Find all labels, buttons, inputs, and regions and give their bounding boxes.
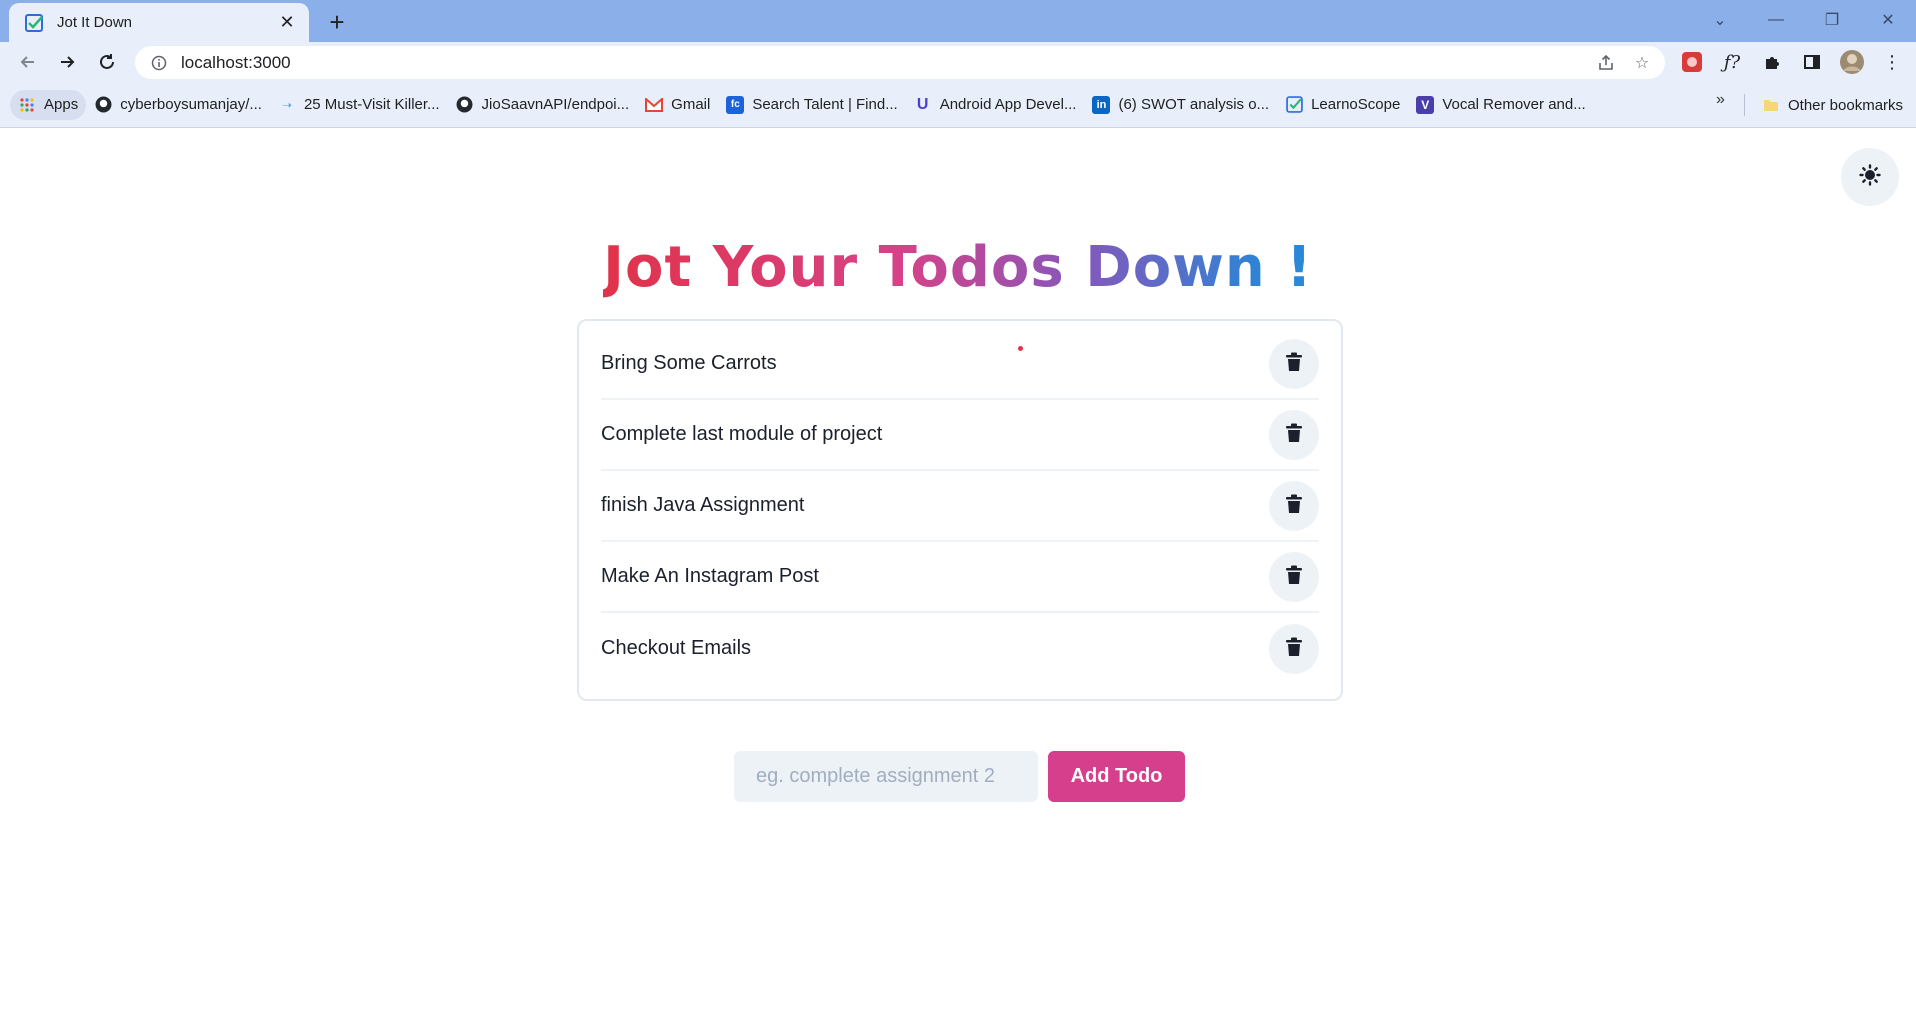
tab-title: Jot It Down bbox=[57, 14, 133, 31]
todo-item: Checkout Emails bbox=[601, 613, 1319, 684]
todo-list: Bring Some Carrots Complete last module … bbox=[577, 319, 1343, 701]
side-panel-icon[interactable] bbox=[1796, 46, 1828, 78]
bookmark-star-icon[interactable]: ☆ bbox=[1629, 50, 1655, 76]
trash-icon bbox=[1285, 423, 1303, 446]
restore-icon[interactable]: ❐ bbox=[1804, 0, 1860, 40]
bookmark-label: Vocal Remover and... bbox=[1442, 96, 1586, 113]
bookmark-label: (6) SWOT analysis o... bbox=[1118, 96, 1270, 113]
todo-input[interactable] bbox=[734, 751, 1038, 802]
todo-text: Complete last module of project bbox=[601, 423, 883, 445]
reload-icon[interactable] bbox=[91, 46, 123, 78]
tab-search-icon[interactable]: ⌄ bbox=[1692, 0, 1748, 40]
trash-icon bbox=[1285, 565, 1303, 588]
todo-text: Checkout Emails bbox=[601, 637, 752, 659]
bookmark-label: Apps bbox=[44, 96, 79, 113]
bookmark-item[interactable]: in (6) SWOT analysis o... bbox=[1084, 90, 1277, 120]
bookmark-item[interactable]: U Android App Devel... bbox=[906, 90, 1085, 120]
arrow-icon: ➝ bbox=[281, 97, 292, 112]
formula-extension-icon[interactable]: ƒ? bbox=[1716, 46, 1748, 78]
add-todo-button[interactable]: Add Todo bbox=[1048, 751, 1185, 802]
checkbox-favicon-icon bbox=[23, 12, 45, 34]
apps-grid-icon bbox=[18, 96, 36, 114]
v-icon: V bbox=[1416, 95, 1435, 114]
new-tab-button[interactable]: + bbox=[322, 8, 352, 38]
trash-icon bbox=[1285, 637, 1303, 660]
browser-tab[interactable]: Jot It Down ✕ bbox=[9, 3, 309, 42]
forward-icon[interactable] bbox=[51, 46, 83, 78]
bookmark-label: LearnoScope bbox=[1311, 96, 1401, 113]
todo-text: finish Java Assignment bbox=[601, 494, 805, 516]
todo-item: Complete last module of project bbox=[601, 400, 1319, 471]
bookmarks-bar: Apps cyberboysumanjay/... ➝ 25 Must-Visi… bbox=[0, 82, 1916, 128]
puzzle-extensions-icon[interactable] bbox=[1756, 46, 1788, 78]
fc-icon: fc bbox=[726, 95, 745, 114]
bookmark-item[interactable]: ➝ 25 Must-Visit Killer... bbox=[270, 90, 448, 120]
todo-text: Make An Instagram Post bbox=[601, 565, 819, 587]
headline-exclamation: ! bbox=[1286, 235, 1313, 300]
bookmark-label: JioSaavnAPI/endpoi... bbox=[481, 96, 630, 113]
bookmark-item[interactable]: V Vocal Remover and... bbox=[1408, 90, 1593, 120]
todo-item: Make An Instagram Post bbox=[601, 542, 1319, 613]
udacity-icon: U bbox=[916, 95, 929, 113]
address-bar[interactable]: localhost:3000 ☆ bbox=[135, 46, 1665, 79]
linkedin-icon: in bbox=[1092, 95, 1111, 114]
bookmark-item[interactable]: LearnoScope bbox=[1277, 90, 1408, 120]
profile-avatar[interactable] bbox=[1836, 46, 1868, 78]
todo-item: Bring Some Carrots bbox=[601, 329, 1319, 400]
bookmark-apps[interactable]: Apps bbox=[10, 89, 87, 120]
browser-toolbar: localhost:3000 ☆ ƒ? ⋮ bbox=[0, 42, 1916, 82]
todo-item: finish Java Assignment bbox=[601, 471, 1319, 542]
trash-icon bbox=[1285, 494, 1303, 517]
sun-icon bbox=[1859, 163, 1881, 191]
folder-icon bbox=[1762, 96, 1780, 114]
bookmark-label: Gmail bbox=[671, 96, 711, 113]
github-icon bbox=[94, 96, 112, 114]
page-title: Jot Your Todos Down ! bbox=[0, 228, 1916, 308]
bookmark-label: 25 Must-Visit Killer... bbox=[303, 96, 440, 113]
delete-todo-button[interactable] bbox=[1269, 409, 1319, 460]
delete-todo-button[interactable] bbox=[1269, 623, 1319, 674]
bookmark-label: cyberboysumanjay/... bbox=[120, 96, 262, 113]
bookmark-item[interactable]: cyberboysumanjay/... bbox=[86, 90, 270, 120]
delete-todo-button[interactable] bbox=[1269, 551, 1319, 602]
tab-strip: Jot It Down ✕ + ⌄ — ❐ ✕ bbox=[0, 0, 1916, 42]
bookmark-label: Android App Devel... bbox=[939, 96, 1077, 113]
headline-text: Jot Your Todos Down bbox=[603, 235, 1266, 300]
extension-red-icon[interactable] bbox=[1676, 46, 1708, 78]
bookmark-item[interactable]: JioSaavnAPI/endpoi... bbox=[448, 90, 638, 120]
minimize-icon[interactable]: — bbox=[1748, 0, 1804, 40]
more-bookmarks-button[interactable]: » bbox=[1716, 91, 1725, 109]
bookmarks-divider bbox=[1744, 94, 1745, 116]
theme-toggle-button[interactable] bbox=[1841, 148, 1899, 206]
learnoscope-icon bbox=[1285, 96, 1303, 114]
back-icon[interactable] bbox=[12, 46, 44, 78]
add-todo-form: Add Todo bbox=[734, 751, 1185, 802]
menu-kebab-icon[interactable]: ⋮ bbox=[1876, 46, 1908, 78]
window-close-icon[interactable]: ✕ bbox=[1860, 0, 1916, 40]
window-controls: ⌄ — ❐ ✕ bbox=[1692, 0, 1916, 40]
trash-icon bbox=[1285, 352, 1303, 375]
bookmark-label: Search Talent | Find... bbox=[752, 96, 898, 113]
other-bookmarks[interactable]: Other bookmarks bbox=[1754, 90, 1911, 120]
bookmark-item[interactable]: fc Search Talent | Find... bbox=[718, 90, 905, 120]
extensions-area: ƒ? ⋮ bbox=[1676, 45, 1908, 79]
url-text: localhost:3000 bbox=[181, 52, 291, 72]
share-icon[interactable] bbox=[1593, 50, 1619, 76]
other-bookmarks-label: Other bookmarks bbox=[1788, 96, 1904, 114]
todo-text: Bring Some Carrots bbox=[601, 352, 777, 374]
github-icon bbox=[456, 96, 474, 114]
tab-close-icon[interactable]: ✕ bbox=[277, 12, 297, 33]
site-info-icon[interactable] bbox=[149, 53, 169, 73]
bookmark-item[interactable]: Gmail bbox=[637, 90, 718, 120]
delete-todo-button[interactable] bbox=[1269, 338, 1319, 389]
gmail-icon bbox=[645, 96, 664, 114]
delete-todo-button[interactable] bbox=[1269, 480, 1319, 531]
